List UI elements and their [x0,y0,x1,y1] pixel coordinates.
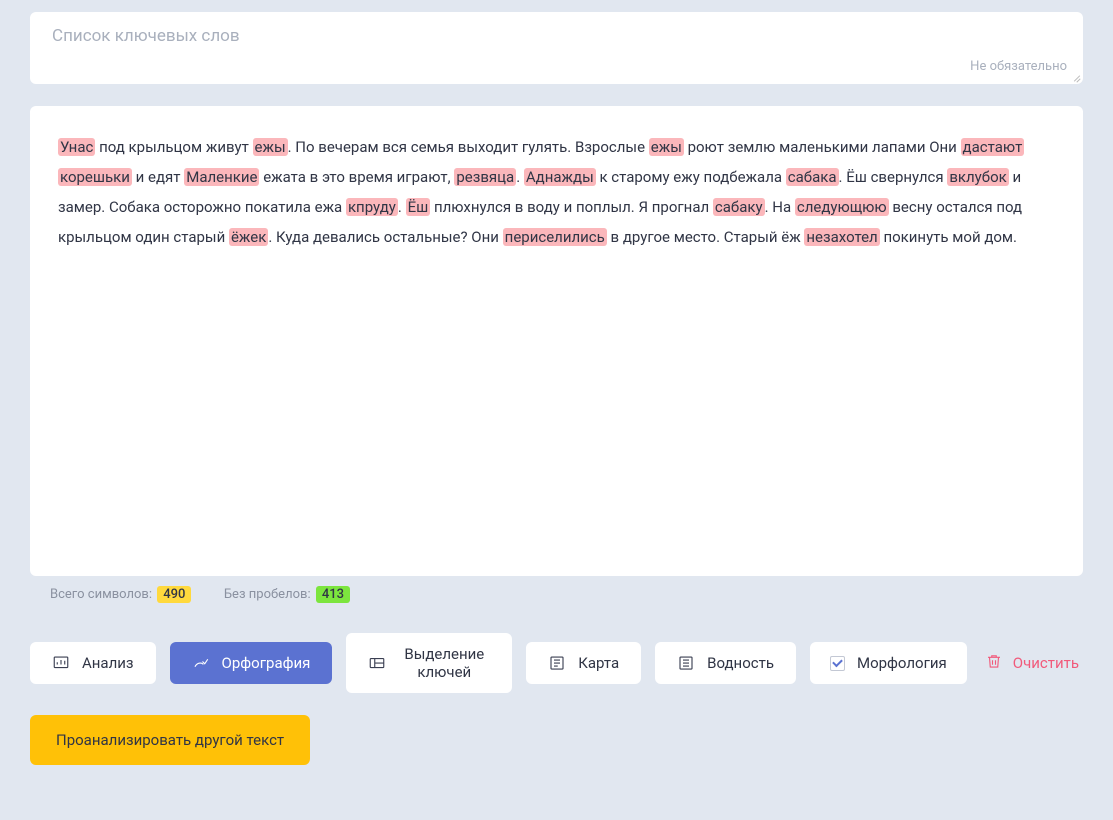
nospaces-label: Без пробелов: [224,587,311,602]
spelling-error[interactable]: Маленкие [184,168,259,186]
trash-icon [985,652,1003,674]
spelling-error[interactable]: ежы [649,138,684,156]
map-icon [548,654,566,672]
resize-handle-icon[interactable] [1070,72,1080,82]
keywords-input[interactable]: Список ключевых слов Не обязательно [30,12,1083,84]
spelling-error[interactable]: Унас [58,138,95,156]
morphology-checkbox[interactable]: Морфология [810,642,967,684]
keywords-optional-hint: Не обязательно [970,59,1067,74]
spelling-button[interactable]: Орфография [170,642,333,684]
spelling-error[interactable]: ёжек [229,228,268,246]
highlight-keys-label: Выделение ключей [398,645,490,681]
spelling-error[interactable]: Аднажды [524,168,596,186]
map-button[interactable]: Карта [526,642,641,684]
map-label: Карта [578,654,619,672]
highlight-keys-icon [368,654,386,672]
spelling-error[interactable]: резвяца [454,168,516,186]
spelling-error[interactable]: кпруду [346,198,398,216]
toolbar: Анализ Орфография Выделение ключей Карта… [30,633,1083,693]
spelling-error[interactable]: сабаку [713,198,765,216]
total-chars-value: 490 [157,586,191,603]
checkbox-icon [830,656,845,671]
spelling-label: Орфография [222,654,311,672]
spelling-icon [192,654,210,672]
water-button[interactable]: Водность [655,642,796,684]
analysis-button[interactable]: Анализ [30,642,156,684]
spelling-error[interactable]: периселились [503,228,607,246]
text-editor[interactable]: Унас под крыльцом живут ежы. По вечерам … [30,106,1083,576]
spelling-error[interactable]: сабака [786,168,839,186]
spelling-error[interactable]: ежы [253,138,288,156]
spelling-error[interactable]: Ёш [406,198,431,216]
spelling-error[interactable]: следующюю [795,198,889,216]
keywords-placeholder: Список ключевых слов [52,26,1061,46]
analysis-icon [52,654,70,672]
spelling-error[interactable]: дастают [961,138,1025,156]
water-label: Водность [707,654,774,672]
spelling-error[interactable]: незахотел [804,228,879,246]
analysis-label: Анализ [82,654,134,672]
highlight-keys-button[interactable]: Выделение ключей [346,633,512,693]
spelling-error[interactable]: вклубок [947,168,1008,186]
clear-label: Очистить [1013,654,1079,672]
water-icon [677,654,695,672]
analyze-other-text-button[interactable]: Проанализировать другой текст [30,715,310,765]
total-chars-label: Всего символов: [50,587,152,602]
analyze-other-text-label: Проанализировать другой текст [56,731,284,749]
char-stats: Всего символов: 490 Без пробелов: 413 [30,586,1083,603]
nospaces-value: 413 [316,586,350,603]
clear-button[interactable]: Очистить [981,640,1083,686]
spelling-error[interactable]: корешьки [58,168,132,186]
morphology-label: Морфология [857,654,947,672]
